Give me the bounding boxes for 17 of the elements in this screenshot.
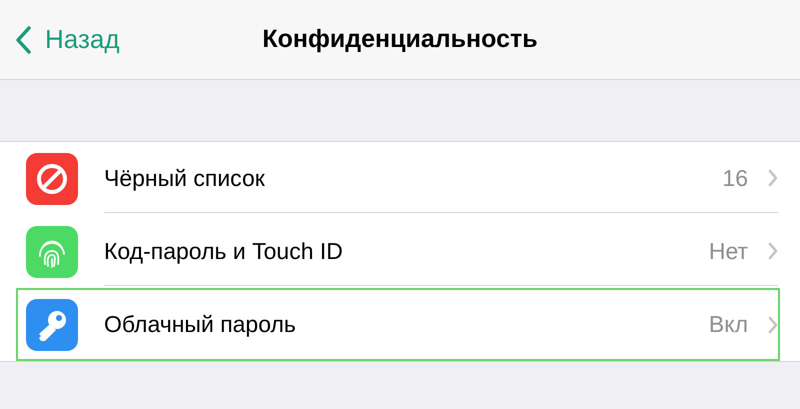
fingerprint-icon <box>26 226 78 278</box>
row-label: Облачный пароль <box>104 311 297 338</box>
row-value: 16 <box>722 164 748 192</box>
key-icon <box>26 298 78 350</box>
chevron-icon <box>768 242 778 260</box>
back-chevron-icon <box>15 26 31 54</box>
row-value: Нет <box>708 238 748 264</box>
settings-row[interactable]: Чёрный список 16 <box>0 142 780 215</box>
row-label: Код-пароль и Touch ID <box>104 238 344 264</box>
chevron-icon <box>768 316 778 334</box>
settings-row[interactable]: Облачный пароль Вкл <box>16 288 780 361</box>
chevron-icon <box>768 169 778 187</box>
row-value: Вкл <box>708 311 748 338</box>
screen-title: Конфиденциальность <box>262 25 538 54</box>
settings-row[interactable]: Код-пароль и Touch ID Нет <box>0 215 780 288</box>
prohibited-icon <box>26 152 78 204</box>
row-label: Чёрный список <box>104 164 266 192</box>
